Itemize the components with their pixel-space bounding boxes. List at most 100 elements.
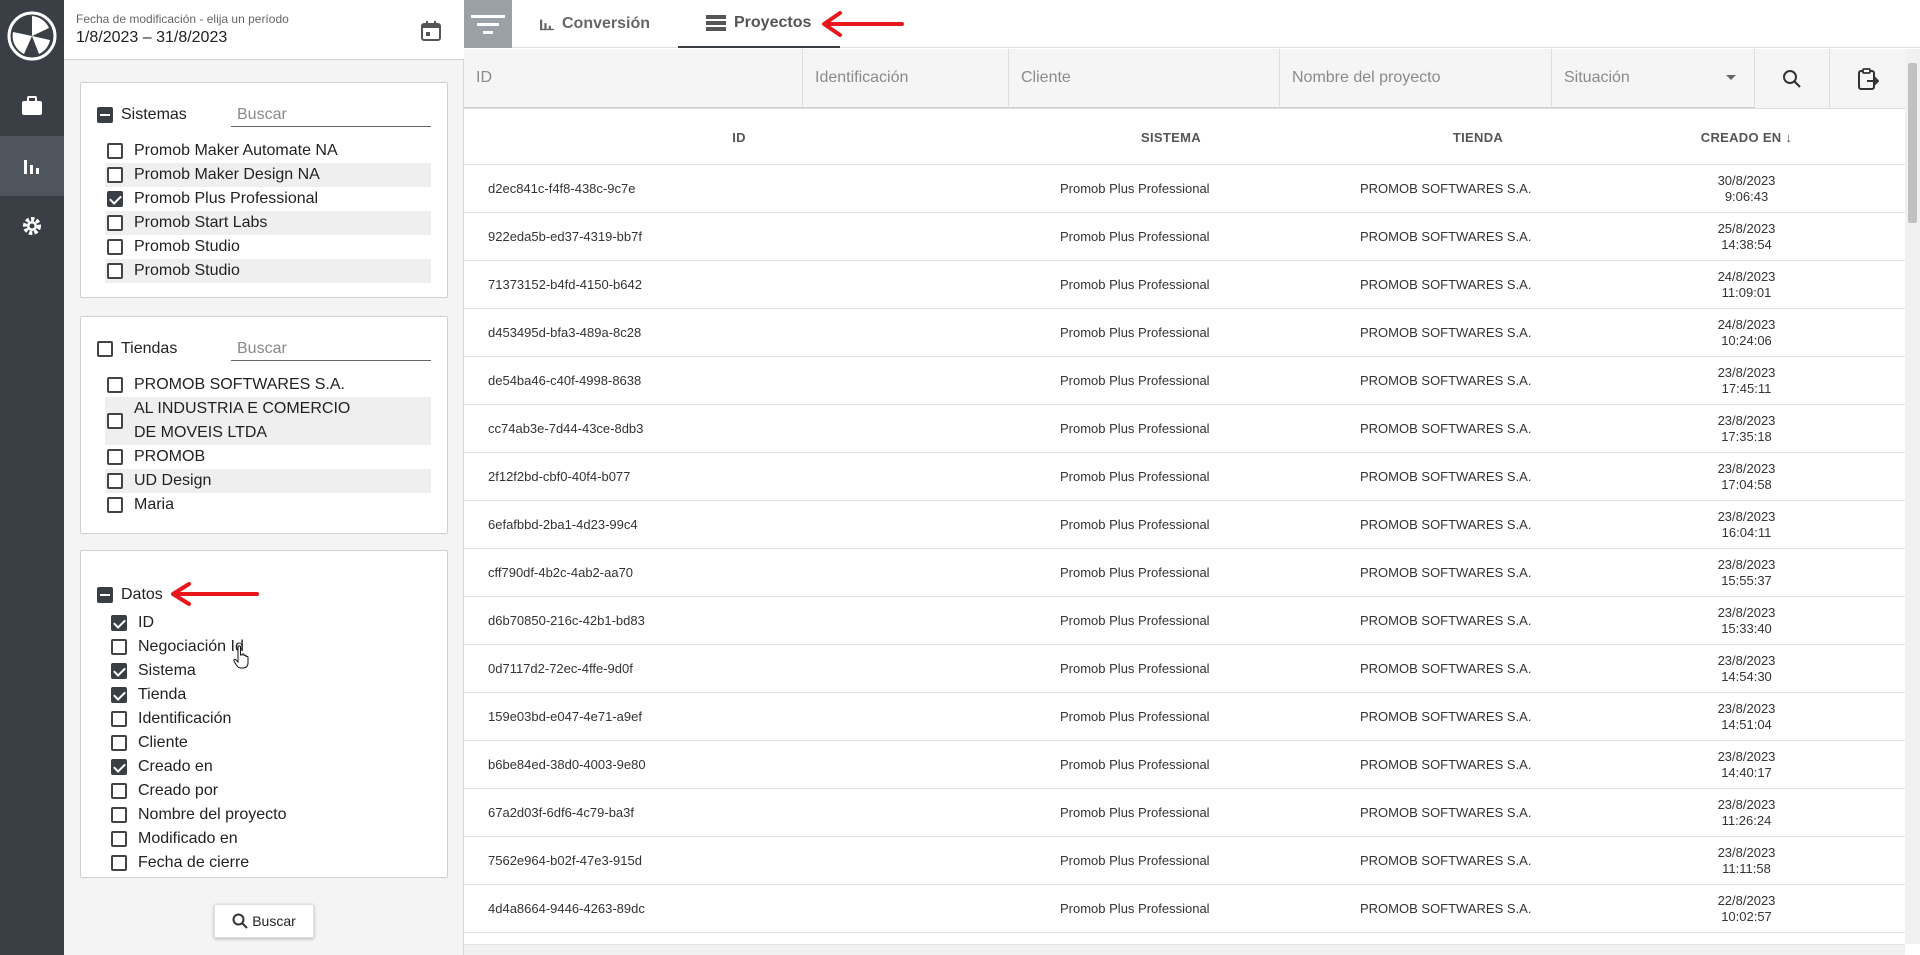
sistema-checkbox[interactable] — [107, 263, 123, 279]
dato-checkbox[interactable] — [111, 615, 127, 631]
dato-checkbox[interactable] — [111, 687, 127, 703]
tienda-item[interactable]: Maria — [105, 493, 431, 517]
chevron-down-icon[interactable] — [1726, 75, 1736, 80]
dato-checkbox[interactable] — [111, 759, 127, 775]
cell-tienda: PROMOB SOFTWARES S.A. — [1360, 469, 1532, 484]
dato-checkbox[interactable] — [111, 639, 127, 655]
identificacion-filter-input[interactable] — [803, 49, 1008, 108]
sistemas-search-input[interactable] — [231, 103, 431, 127]
filter-toggle-button[interactable] — [464, 0, 512, 48]
table-row[interactable]: 159e03bd-e047-4e71-a9ef Promob Plus Profe… — [464, 693, 1905, 741]
table-row[interactable]: cc74ab3e-7d44-43ce-8db3 Promob Plus Profe… — [464, 405, 1905, 453]
apply-filter-button[interactable] — [1755, 49, 1830, 109]
dato-checkbox[interactable] — [111, 783, 127, 799]
table-row[interactable]: 6efafbbd-2ba1-4d23-99c4 Promob Plus Profe… — [464, 501, 1905, 549]
column-header-sistema[interactable]: SISTEMA — [1014, 130, 1328, 145]
datos-header[interactable]: Datos — [97, 583, 163, 607]
dato-checkbox[interactable] — [111, 855, 127, 871]
tab-conversion[interactable]: Conversión — [540, 0, 650, 48]
dato-item[interactable]: Creado en — [109, 755, 435, 779]
tiendas-search-input[interactable] — [231, 337, 431, 361]
tienda-checkbox[interactable] — [107, 413, 123, 429]
column-header-creado-en[interactable]: CREADO EN ↓ — [1628, 130, 1905, 145]
sistemas-header[interactable]: Sistemas — [97, 103, 187, 127]
table-row[interactable]: 7562e964-b02f-47e3-915d Promob Plus Profe… — [464, 837, 1905, 885]
tienda-checkbox[interactable] — [107, 449, 123, 465]
sistema-item[interactable]: Promob Studio — [105, 259, 431, 283]
sistema-checkbox[interactable] — [107, 143, 123, 159]
cell-hora: 14:54:30 — [1721, 668, 1772, 684]
date-range-value[interactable]: 1/8/2023 – 31/8/2023 — [76, 29, 227, 47]
table-row[interactable]: 67a2d03f-6df6-4c79-ba3f Promob Plus Profe… — [464, 789, 1905, 837]
dato-item[interactable]: Negociación Id — [109, 635, 435, 659]
dato-item[interactable]: Identificación — [109, 707, 435, 731]
table-row[interactable]: cff790df-4b2c-4ab2-aa70 Promob Plus Profe… — [464, 549, 1905, 597]
cell-id: 6efafbbd-2ba1-4d23-99c4 — [488, 517, 638, 532]
dato-item[interactable]: Sistema — [109, 659, 435, 683]
rail-reports-button[interactable] — [0, 136, 64, 196]
id-filter-input[interactable] — [464, 49, 802, 108]
tienda-checkbox[interactable] — [107, 497, 123, 513]
sistema-checkbox[interactable] — [107, 215, 123, 231]
sistema-item[interactable]: Promob Start Labs — [105, 211, 431, 235]
situacion-select[interactable] — [1552, 49, 1754, 108]
table-row[interactable]: 4d4a8664-9446-4263-89dc Promob Plus Profe… — [464, 885, 1905, 933]
nombre-proyecto-filter-input[interactable] — [1280, 49, 1551, 108]
table-row[interactable]: d453495d-bfa3-489a-8c28 Promob Plus Profe… — [464, 309, 1905, 357]
tienda-item[interactable]: PROMOB SOFTWARES S.A. — [105, 373, 431, 397]
cliente-filter-input[interactable] — [1009, 49, 1279, 108]
scrollbar-thumb[interactable] — [1908, 63, 1917, 223]
tienda-item[interactable]: UD Design — [105, 469, 431, 493]
sistemas-select-all-checkbox[interactable] — [97, 107, 113, 123]
horizontal-scrollbar[interactable] — [464, 944, 1905, 955]
tiendas-select-all-checkbox[interactable] — [97, 341, 113, 357]
dato-checkbox[interactable] — [111, 831, 127, 847]
tab-proyectos[interactable]: Proyectos — [678, 0, 840, 48]
sistema-item[interactable]: Promob Studio — [105, 235, 431, 259]
sistema-item[interactable]: Promob Maker Automate NA — [105, 139, 431, 163]
datos-select-all-checkbox[interactable] — [97, 587, 113, 603]
sistema-item[interactable]: Promob Maker Design NA — [105, 163, 431, 187]
tienda-item[interactable]: AL INDUSTRIA E COMERCIO DE MOVEIS LTDA — [105, 397, 431, 445]
tiendas-header[interactable]: Tiendas — [97, 337, 177, 361]
table-row[interactable]: 0d7117d2-72ec-4ffe-9d0f Promob Plus Profe… — [464, 645, 1905, 693]
tienda-checkbox[interactable] — [107, 377, 123, 393]
search-button[interactable]: Buscar — [214, 904, 314, 938]
dato-item[interactable]: Modificado en — [109, 827, 435, 851]
cell-hora: 14:40:17 — [1721, 764, 1772, 780]
sistema-checkbox[interactable] — [107, 239, 123, 255]
column-header-id[interactable]: ID — [464, 130, 1014, 145]
tienda-item[interactable]: PROMOB — [105, 445, 431, 469]
logo-icon[interactable] — [6, 10, 58, 62]
rail-projects-button[interactable] — [0, 76, 64, 136]
export-button[interactable] — [1830, 49, 1905, 109]
table-row[interactable]: 2f12f2bd-cbf0-40f4-b077 Promob Plus Profe… — [464, 453, 1905, 501]
table-row[interactable]: 922eda5b-ed37-4319-bb7f Promob Plus Profe… — [464, 213, 1905, 261]
dato-item[interactable]: Cliente — [109, 731, 435, 755]
top-bar: Conversión Proyectos — [464, 0, 1920, 48]
rail-settings-button[interactable] — [0, 196, 64, 256]
dato-item[interactable]: Nombre del proyecto — [109, 803, 435, 827]
dato-checkbox[interactable] — [111, 663, 127, 679]
dato-checkbox[interactable] — [111, 711, 127, 727]
tienda-checkbox[interactable] — [107, 473, 123, 489]
dato-checkbox[interactable] — [111, 807, 127, 823]
table-row[interactable]: d2ec841c-f4f8-438c-9c7e Promob Plus Profe… — [464, 165, 1905, 213]
dato-item[interactable]: Creado por — [109, 779, 435, 803]
calendar-icon[interactable] — [420, 20, 442, 42]
sistema-checkbox[interactable] — [107, 167, 123, 183]
date-range-field[interactable]: Fecha de modificación - elija un período… — [64, 0, 464, 60]
column-header-tienda[interactable]: TIENDA — [1328, 130, 1628, 145]
dato-item[interactable]: ID — [109, 611, 435, 635]
sistema-item[interactable]: Promob Plus Professional — [105, 187, 431, 211]
dato-item[interactable]: Tienda — [109, 683, 435, 707]
dato-checkbox[interactable] — [111, 735, 127, 751]
table-row[interactable]: d6b70850-216c-42b1-bd83 Promob Plus Profe… — [464, 597, 1905, 645]
sistema-checkbox[interactable] — [107, 191, 123, 207]
situacion-filter-cell — [1552, 49, 1755, 109]
table-row[interactable]: de54ba46-c40f-4998-8638 Promob Plus Profe… — [464, 357, 1905, 405]
dato-item[interactable]: Fecha de cierre — [109, 851, 435, 875]
table-row[interactable]: b6be84ed-38d0-4003-9e80 Promob Plus Profe… — [464, 741, 1905, 789]
table-row[interactable]: 71373152-b4fd-4150-b642 Promob Plus Profe… — [464, 261, 1905, 309]
vertical-scrollbar[interactable] — [1905, 49, 1920, 944]
